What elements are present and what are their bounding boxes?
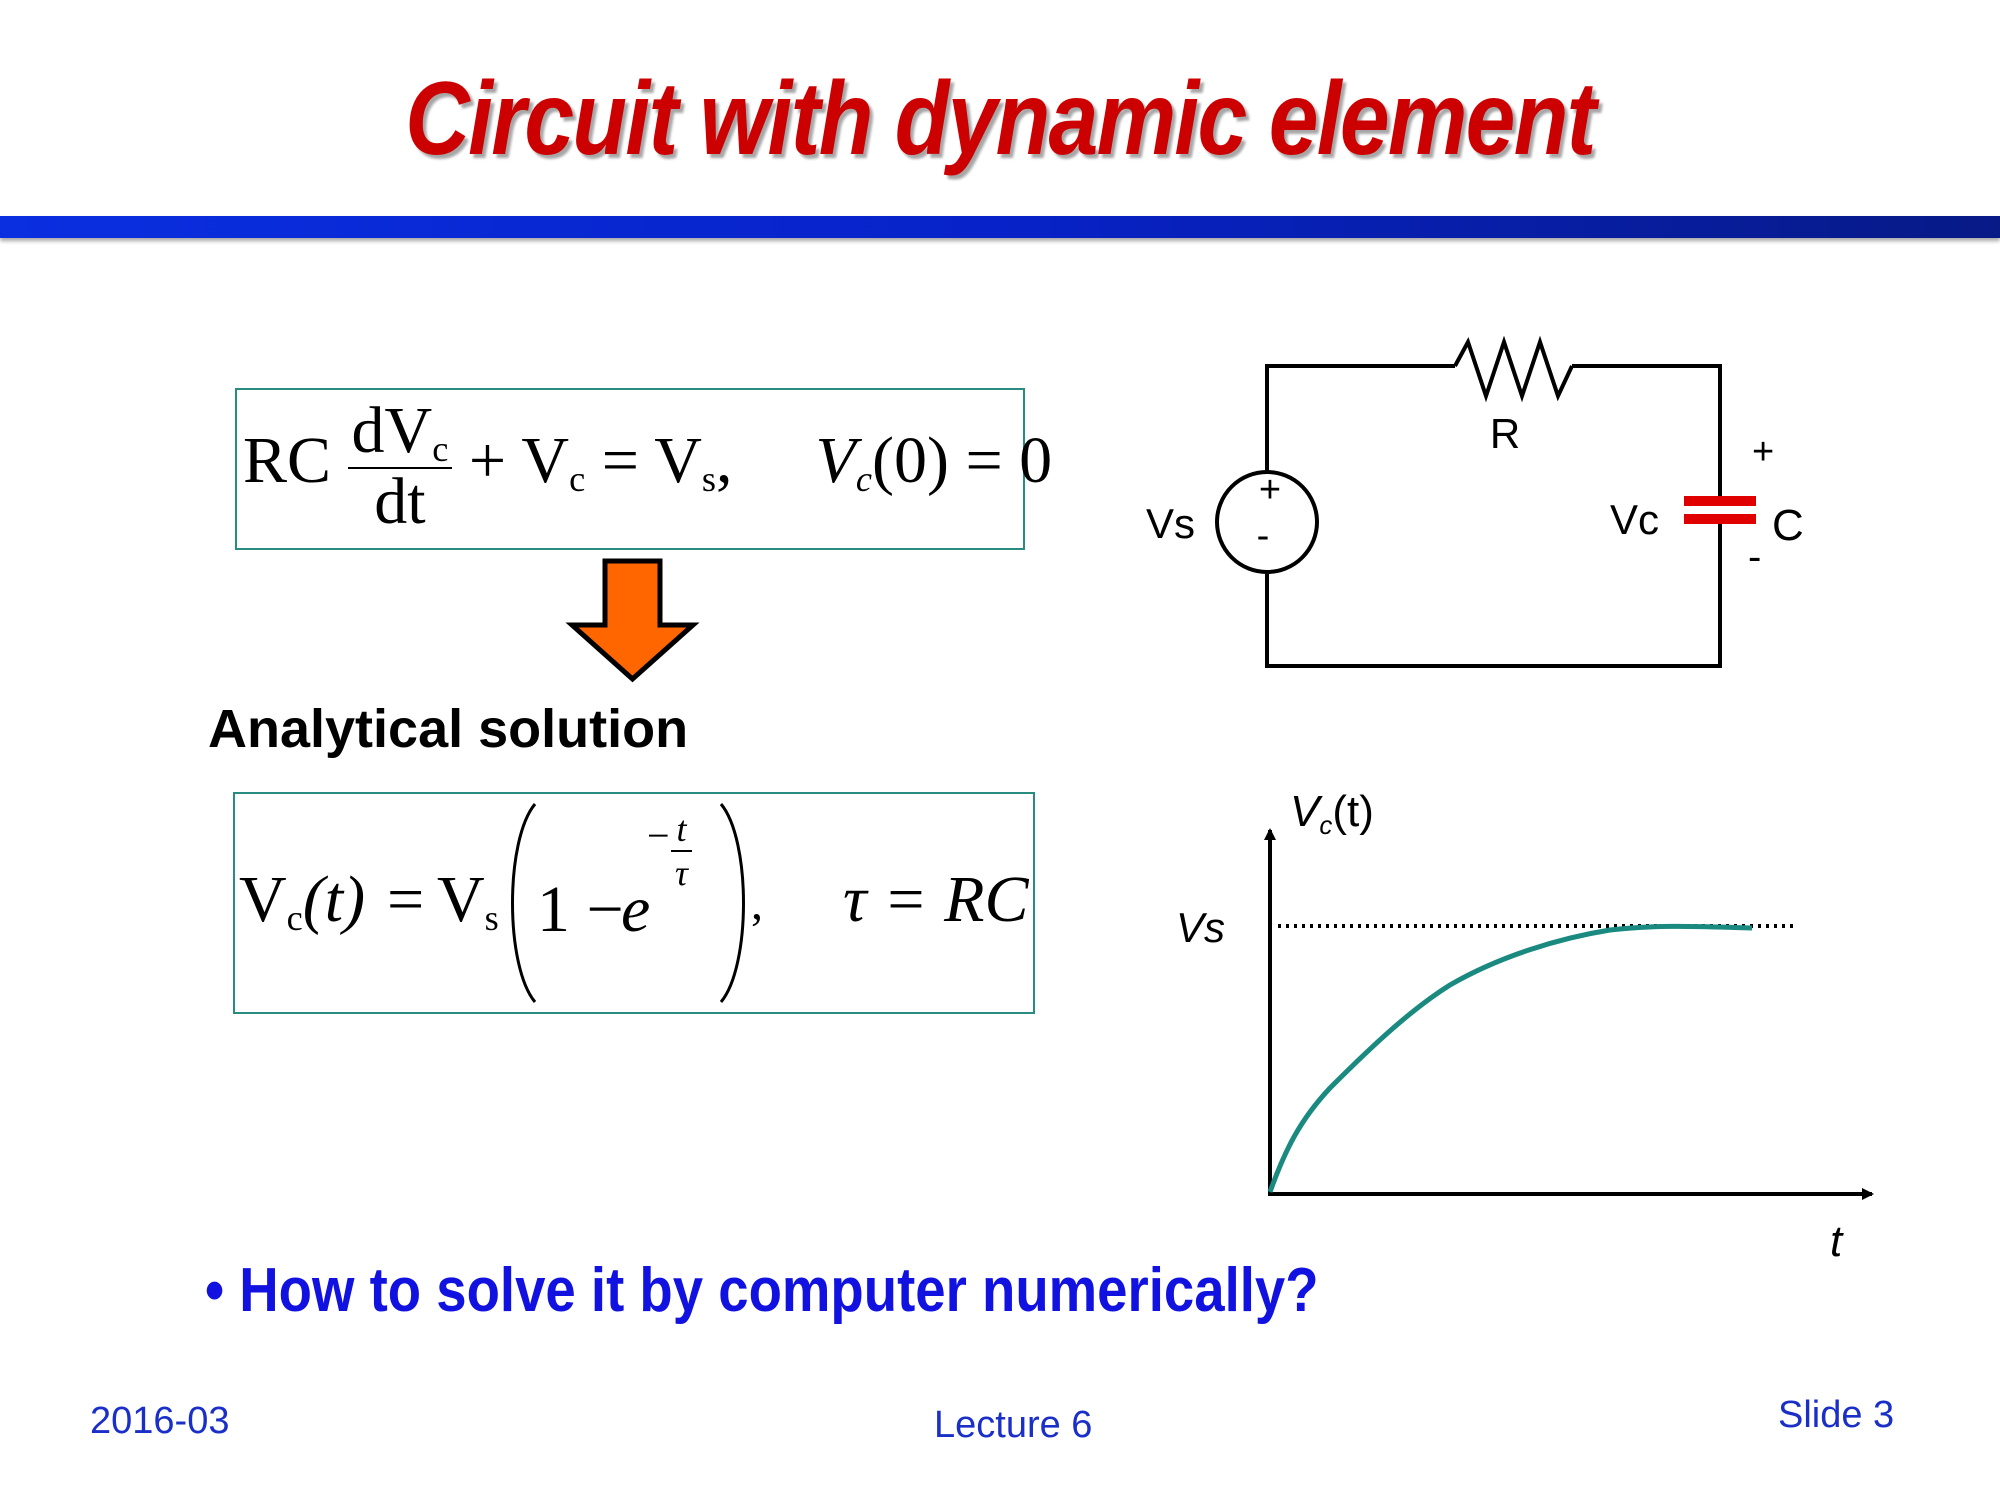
title-underline-bar: [0, 216, 2000, 238]
derivative-fraction: dVc dt: [347, 398, 453, 539]
section-label-analytical: Analytical solution: [208, 699, 689, 759]
step-response-graph: Vs t Vc(t): [1176, 787, 1874, 1266]
equals-sign-2: =: [387, 863, 425, 936]
source-minus: -: [1257, 515, 1270, 557]
tau-definition: τ = RC: [843, 863, 1029, 936]
analytical-solution: Vc(t) = Vs 1 − e − t τ , τ = RC: [239, 794, 1029, 1012]
vc-of-t: Vc(t): [239, 863, 366, 939]
big-right-paren: [719, 803, 745, 1003]
cap-voltage-label: Vc: [1610, 496, 1659, 543]
initial-condition: Vc(0) = 0: [815, 423, 1053, 499]
vs-term-2: Vs: [437, 863, 499, 939]
rc-term: RC: [243, 423, 332, 497]
derivative-denominator: dt: [374, 465, 426, 539]
differential-equation-box: RC dVc dt + Vc = Vs, Vc(0) = 0: [235, 388, 1052, 550]
down-arrow-icon: [565, 558, 700, 683]
footer-lecture: Lecture 6: [934, 1404, 1093, 1446]
bullet-marker: •: [205, 1256, 225, 1325]
vc-term: Vc: [521, 423, 586, 499]
top-right-wire: [1572, 364, 1722, 502]
capacitor-top-plate: [1684, 496, 1756, 506]
resistor-label: R: [1490, 410, 1520, 457]
source-plus: +: [1259, 469, 1281, 511]
x-axis-label: t: [1830, 1217, 1844, 1266]
bullet-question: • How to solve it by computer numericall…: [205, 1255, 1319, 1326]
one-minus: 1 −: [537, 873, 624, 946]
top-left-wire: [1265, 364, 1455, 472]
equals-sign: =: [601, 423, 639, 497]
footer-date: 2016-03: [90, 1400, 230, 1442]
cap-label: C: [1772, 501, 1804, 550]
source-label: Vs: [1146, 500, 1195, 547]
exponent-denominator: τ: [675, 853, 688, 893]
bullet-text: How to solve it by computer numerically?: [239, 1256, 1319, 1325]
exponent-minus: −: [647, 813, 670, 858]
slide-title: Circuit with dynamic element: [405, 61, 1596, 177]
exp-base: e: [621, 873, 651, 946]
vs-term: Vs: [654, 423, 717, 499]
rc-circuit-diagram: + - Vs R + - Vc C: [1146, 335, 1804, 668]
derivative-numerator: dVc: [347, 398, 453, 470]
exponent-numerator: t: [671, 808, 692, 852]
capacitor-bottom-plate: [1684, 514, 1756, 524]
differential-equation: RC dVc dt + Vc = Vs, Vc(0) = 0: [243, 394, 1053, 539]
y-axis-label: Vc(t): [1290, 787, 1374, 840]
exponent-fraction: t τ: [671, 808, 692, 894]
cap-minus: -: [1748, 535, 1761, 579]
footer-slide-number: Slide 3: [1778, 1394, 1895, 1436]
bottom-right-wire: [1265, 524, 1722, 668]
cap-plus: +: [1752, 431, 1774, 473]
analytical-solution-box: Vc(t) = Vs 1 − e − t τ , τ = RC: [233, 792, 1035, 1014]
resistor-zigzag: [1453, 335, 1574, 403]
charging-curve: [1267, 923, 1753, 1193]
vs-level-label: Vs: [1176, 904, 1225, 951]
plus-sign: +: [468, 423, 507, 497]
big-left-paren: [511, 803, 537, 1003]
